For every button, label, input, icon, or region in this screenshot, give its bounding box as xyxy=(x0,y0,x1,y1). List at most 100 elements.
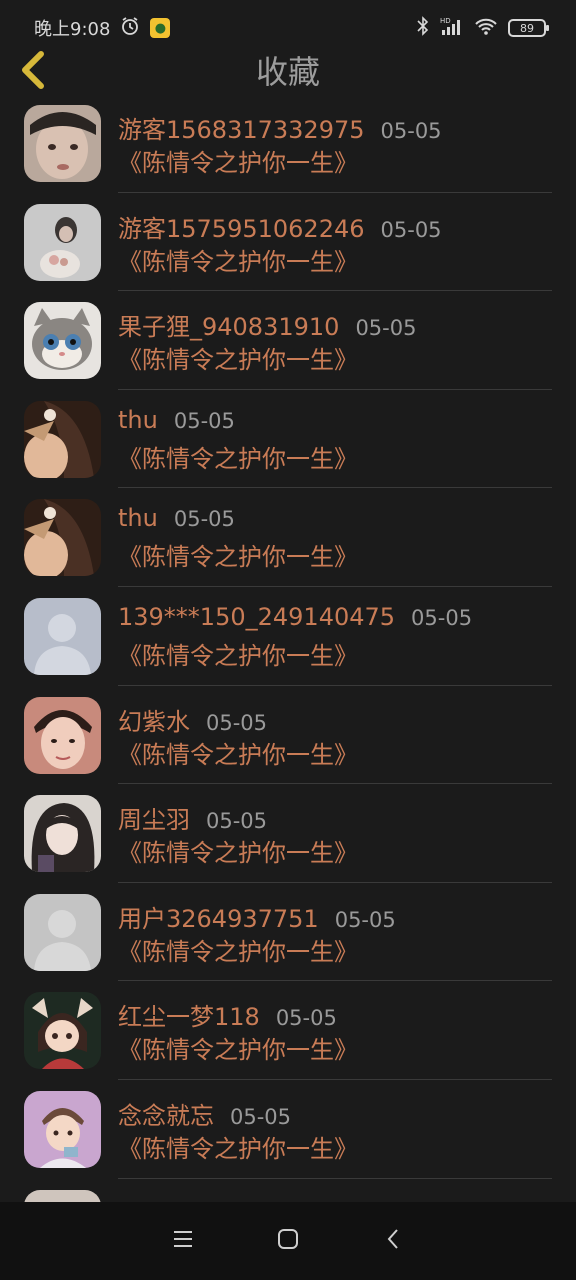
menu-button[interactable] xyxy=(163,1221,203,1261)
divider xyxy=(118,1078,552,1080)
avatar xyxy=(24,400,101,478)
wifi-icon xyxy=(474,16,498,41)
avatar xyxy=(24,499,101,577)
list-item[interactable]: 幻紫水 05-05 《陈情令之护你一生》 xyxy=(0,688,576,787)
divider xyxy=(118,585,552,587)
item-title: 《陈情令之护你一生》 xyxy=(118,247,358,276)
list-item[interactable]: 游客1575951062246 05-05 《陈情令之护你一生》 xyxy=(0,195,576,294)
item-date: 05-05 xyxy=(275,1006,337,1031)
user-name: thu xyxy=(118,405,158,434)
user-name: 周尘羽 xyxy=(118,806,190,835)
item-date: 05-05 xyxy=(411,605,473,630)
avatar xyxy=(24,597,101,675)
item-date: 05-05 xyxy=(334,907,396,932)
home-button[interactable] xyxy=(268,1221,308,1261)
item-date: 05-05 xyxy=(206,809,268,834)
user-name: 游客1568317332975 xyxy=(118,116,365,144)
user-name: 游客1575951062246 xyxy=(118,214,365,243)
item-text xyxy=(118,1195,552,1202)
status-right: HD 89 xyxy=(416,15,549,41)
item-title: 《陈情令之护你一生》 xyxy=(118,937,358,966)
avatar xyxy=(24,1090,101,1168)
header: 收藏 xyxy=(0,48,576,98)
item-title: 《陈情令之护你一生》 xyxy=(118,1036,358,1065)
item-date: 05-05 xyxy=(173,408,235,433)
list-item[interactable]: 用户3264937751 05-05 《陈情令之护你一生》 xyxy=(0,885,576,984)
status-time: 晚上9:08 xyxy=(34,19,111,40)
item-text: 红尘一梦118 05-05 《陈情令之护你一生》 xyxy=(118,997,552,1067)
item-title: 《陈情令之护你一生》 xyxy=(118,740,358,769)
avatar xyxy=(24,893,101,971)
divider xyxy=(118,290,552,292)
item-text: 游客1575951062246 05-05 《陈情令之护你一生》 xyxy=(118,209,552,279)
back-icon xyxy=(386,1228,400,1254)
alarm-icon xyxy=(120,16,140,41)
list-item[interactable]: 果子狸_940831910 05-05 《陈情令之护你一生》 xyxy=(0,293,576,392)
item-date: 05-05 xyxy=(355,316,417,341)
system-nav-bar xyxy=(0,1202,576,1280)
item-title: 《陈情令之护你一生》 xyxy=(118,346,358,375)
status-left: 晚上9:08 ● xyxy=(34,15,171,41)
list-item[interactable] xyxy=(0,1181,576,1202)
user-name: 用户3264937751 xyxy=(118,904,319,933)
item-text: 周尘羽 05-05 《陈情令之护你一生》 xyxy=(118,800,552,870)
divider xyxy=(118,1177,552,1179)
item-text: 游客1568317332975 05-05 《陈情令之护你一生》 xyxy=(118,110,552,180)
divider xyxy=(118,980,552,982)
item-text: thu 05-05 《陈情令之护你一生》 xyxy=(118,406,552,476)
list-item[interactable]: 游客1568317332975 05-05 《陈情令之护你一生》 xyxy=(0,96,576,195)
list-item[interactable]: thu 05-05 《陈情令之护你一生》 xyxy=(0,490,576,589)
back-button[interactable] xyxy=(12,48,52,96)
avatar xyxy=(24,1189,101,1202)
item-text: 幻紫水 05-05 《陈情令之护你一生》 xyxy=(118,702,552,772)
item-date: 05-05 xyxy=(206,710,268,735)
battery-icon: 89 xyxy=(508,19,549,37)
item-title: 《陈情令之护你一生》 xyxy=(118,839,358,868)
item-date: 05-05 xyxy=(380,119,442,143)
item-date: 05-05 xyxy=(230,1104,292,1129)
home-icon xyxy=(277,1228,299,1254)
avatar xyxy=(24,302,101,380)
avatar xyxy=(24,105,101,182)
user-name: 念念就忘 xyxy=(118,1101,214,1130)
item-text: 果子狸_940831910 05-05 《陈情令之护你一生》 xyxy=(118,307,552,377)
item-date: 05-05 xyxy=(380,217,442,242)
item-title: 《陈情令之护你一生》 xyxy=(118,149,358,177)
item-text: 139***150_249140475 05-05 《陈情令之护你一生》 xyxy=(118,603,552,673)
avatar xyxy=(24,992,101,1070)
divider xyxy=(118,881,552,883)
list-item[interactable]: 139***150_249140475 05-05 《陈情令之护你一生》 xyxy=(0,589,576,688)
item-text: thu 05-05 《陈情令之护你一生》 xyxy=(118,504,552,574)
list-item[interactable]: 红尘一梦118 05-05 《陈情令之护你一生》 xyxy=(0,983,576,1082)
user-name: 139***150_249140475 xyxy=(118,602,396,631)
system-back-button[interactable] xyxy=(373,1221,413,1261)
avatar xyxy=(24,696,101,774)
item-title: 《陈情令之护你一生》 xyxy=(118,444,358,473)
bluetooth-icon xyxy=(416,15,430,41)
item-title: 《陈情令之护你一生》 xyxy=(118,641,358,670)
user-name: 红尘一梦118 xyxy=(118,1003,260,1032)
svg-text:HD: HD xyxy=(440,17,451,25)
divider xyxy=(118,191,552,193)
avatar xyxy=(24,795,101,873)
item-title: 《陈情令之护你一生》 xyxy=(118,1134,358,1163)
divider xyxy=(118,487,552,489)
user-name: 果子狸_940831910 xyxy=(118,313,340,342)
list-item[interactable]: thu 05-05 《陈情令之护你一生》 xyxy=(0,392,576,491)
chevron-left-icon xyxy=(17,50,47,94)
list-item[interactable]: 念念就忘 05-05 《陈情令之护你一生》 xyxy=(0,1082,576,1181)
item-date: 05-05 xyxy=(173,507,235,532)
hd-signal-icon: HD xyxy=(440,16,464,41)
page-title: 收藏 xyxy=(255,53,320,91)
user-name: 幻紫水 xyxy=(118,707,190,736)
user-name: thu xyxy=(118,504,158,533)
avatar xyxy=(24,203,101,281)
list-item[interactable]: 周尘羽 05-05 《陈情令之护你一生》 xyxy=(0,786,576,885)
favorites-list[interactable]: 游客1568317332975 05-05 《陈情令之护你一生》 游客15759… xyxy=(0,96,576,1202)
menu-icon xyxy=(172,1230,194,1252)
divider xyxy=(118,388,552,390)
item-text: 用户3264937751 05-05 《陈情令之护你一生》 xyxy=(118,899,552,969)
divider xyxy=(118,684,552,686)
item-title: 《陈情令之护你一生》 xyxy=(118,543,358,572)
item-text: 念念就忘 05-05 《陈情令之护你一生》 xyxy=(118,1096,552,1166)
